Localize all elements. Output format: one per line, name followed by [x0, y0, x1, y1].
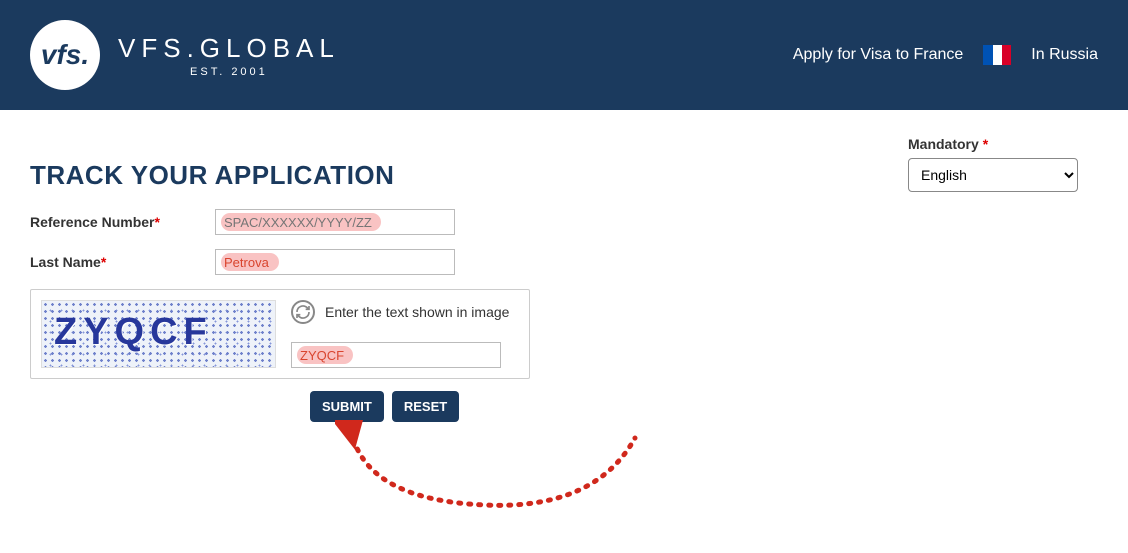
brand-text: VFS.GLOBAL EST. 2001: [118, 33, 340, 78]
header-right: Apply for Visa to France In Russia: [793, 45, 1098, 65]
refresh-icon[interactable]: [291, 300, 315, 324]
annotation-arrow-icon: [335, 420, 655, 530]
lastname-input[interactable]: [215, 249, 455, 275]
brand-est: EST. 2001: [118, 66, 340, 78]
header: vfs. VFS.GLOBAL EST. 2001 Apply for Visa…: [0, 0, 1128, 110]
lastname-row: Last Name*: [30, 249, 850, 275]
logo-area: vfs. VFS.GLOBAL EST. 2001: [30, 20, 340, 90]
captcha-top: Enter the text shown in image: [291, 300, 519, 324]
logo-icon: vfs.: [30, 20, 100, 90]
reference-row: Reference Number*: [30, 209, 850, 235]
location-text: In Russia: [1031, 46, 1098, 64]
main-column: TRACK YOUR APPLICATION Reference Number*…: [30, 130, 850, 422]
mandatory-label: Mandatory *: [908, 136, 1098, 152]
side-column: Mandatory * English: [908, 130, 1098, 422]
brand-name: VFS.GLOBAL: [118, 33, 340, 64]
apply-text: Apply for Visa to France: [793, 46, 963, 64]
captcha-image-text: ZYQCF: [42, 301, 275, 364]
captcha-input[interactable]: [291, 342, 501, 368]
reference-label: Reference Number*: [30, 214, 215, 230]
lastname-label: Last Name*: [30, 254, 215, 270]
page-title: TRACK YOUR APPLICATION: [30, 160, 850, 191]
captcha-label: Enter the text shown in image: [325, 304, 509, 320]
reference-input[interactable]: [215, 209, 455, 235]
captcha-image: ZYQCF: [41, 300, 276, 368]
submit-button[interactable]: SUBMIT: [310, 391, 384, 422]
button-row: SUBMIT RESET: [310, 391, 850, 422]
language-select[interactable]: English: [908, 158, 1078, 192]
content: TRACK YOUR APPLICATION Reference Number*…: [0, 110, 1128, 422]
captcha-box: ZYQCF Enter the text shown in image: [30, 289, 530, 379]
reset-button[interactable]: RESET: [392, 391, 459, 422]
france-flag-icon: [983, 45, 1011, 65]
